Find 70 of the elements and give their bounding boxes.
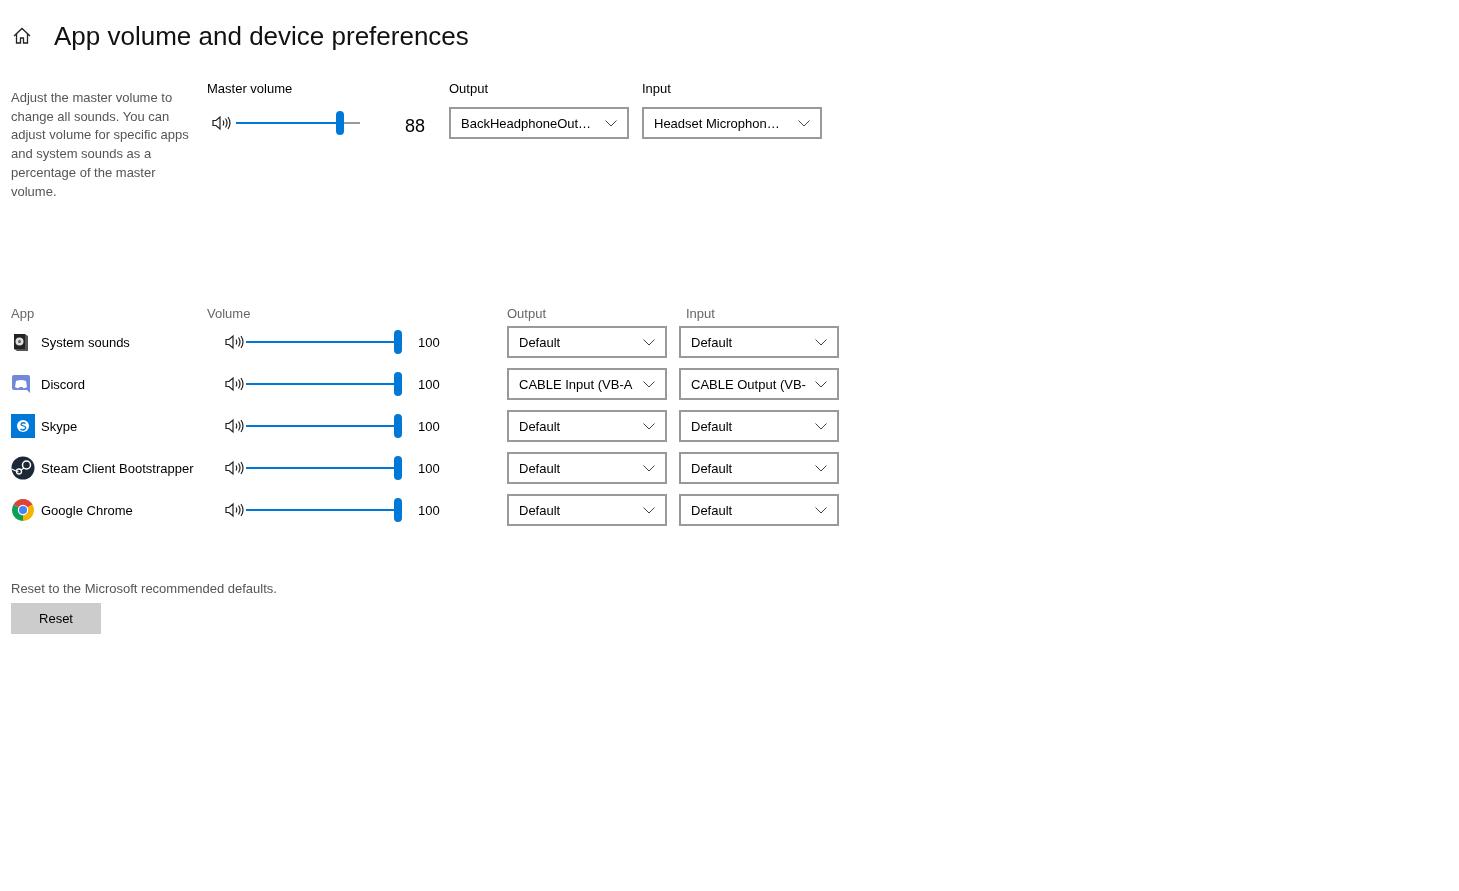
chevron-down-icon (798, 119, 810, 127)
input-label: Input (642, 81, 672, 98)
description-text: Adjust the master volume to change all sounds. You can adjust volume for specific apps and system sounds as a percentage of the master volume. (11, 89, 190, 201)
output-dropdown[interactable]: Default (507, 410, 667, 442)
chat-icon (11, 414, 35, 438)
column-header: App (11, 306, 36, 321)
page-title: App volume and device preferences (54, 20, 469, 52)
volume-reading: 100 (418, 460, 440, 476)
volume-slider[interactable] (246, 498, 402, 522)
volume-slider[interactable] (246, 372, 402, 396)
speaker-icon (211, 115, 231, 131)
speaker-icon (224, 460, 244, 476)
output-dropdown[interactable]: Default (507, 452, 667, 484)
steam-gear-icon (11, 456, 35, 480)
app-name: Discord (41, 376, 86, 392)
chevron-down-icon (643, 422, 655, 430)
slider-thumb[interactable] (394, 456, 402, 480)
volume-reading: 100 (418, 334, 440, 350)
volume-slider[interactable] (246, 330, 402, 354)
slider-thumb[interactable] (394, 498, 402, 522)
chrome-icon (11, 498, 35, 522)
input-dropdown[interactable]: Default (679, 410, 839, 442)
speaker-box-icon (11, 332, 31, 352)
output-label: Output (449, 81, 490, 98)
home-icon[interactable] (12, 26, 32, 46)
output-dropdown[interactable]: BackHeadphoneOut… (449, 107, 629, 139)
chevron-down-icon (605, 119, 617, 127)
chevron-down-icon (643, 506, 655, 514)
speaker-icon (224, 418, 244, 434)
chevron-down-icon (815, 506, 827, 514)
input-dropdown[interactable]: Default (679, 494, 839, 526)
output-dropdown[interactable]: Default (507, 326, 667, 358)
app-name: Steam Client Bootstrapper (41, 460, 194, 476)
volume-reading: 100 (418, 502, 440, 518)
chevron-down-icon (643, 464, 655, 472)
chevron-down-icon (815, 464, 827, 472)
column-header: Volume (207, 306, 252, 321)
app-name: System sounds (41, 334, 130, 350)
chevron-down-icon (643, 380, 655, 388)
volume-slider[interactable] (246, 414, 402, 438)
chevron-down-icon (643, 338, 655, 346)
input-dropdown[interactable]: Headset Microphon… (642, 107, 822, 139)
input-dropdown[interactable]: Default (679, 452, 839, 484)
speaker-icon (224, 502, 244, 518)
column-header: Input (685, 306, 716, 321)
reset-button[interactable]: Reset (11, 603, 101, 634)
volume-reading: 100 (418, 376, 440, 392)
master-volume-label: Master volume (207, 81, 294, 98)
chevron-down-icon (815, 422, 827, 430)
input-dropdown[interactable]: Default (679, 326, 839, 358)
app-name: Google Chrome (41, 502, 133, 518)
volume-slider[interactable] (236, 111, 360, 135)
column-header: Output (507, 306, 548, 321)
reset-description: Reset to the Microsoft recommended defaults. (11, 581, 277, 596)
speaker-icon (224, 334, 244, 350)
volume-reading: 88 (405, 115, 426, 137)
controller-bubble-icon (11, 374, 31, 394)
speaker-icon (224, 376, 244, 392)
slider-thumb[interactable] (394, 372, 402, 396)
input-dropdown[interactable]: CABLE Output (VB- (679, 368, 839, 400)
volume-reading: 100 (418, 418, 440, 434)
slider-thumb[interactable] (394, 330, 402, 354)
chevron-down-icon (815, 380, 827, 388)
slider-thumb[interactable] (394, 414, 402, 438)
chevron-down-icon (815, 338, 827, 346)
app-name: Skype (41, 418, 78, 434)
output-dropdown[interactable]: CABLE Input (VB-A (507, 368, 667, 400)
slider-thumb[interactable] (335, 111, 344, 135)
volume-slider[interactable] (246, 456, 402, 480)
output-dropdown[interactable]: Default (507, 494, 667, 526)
